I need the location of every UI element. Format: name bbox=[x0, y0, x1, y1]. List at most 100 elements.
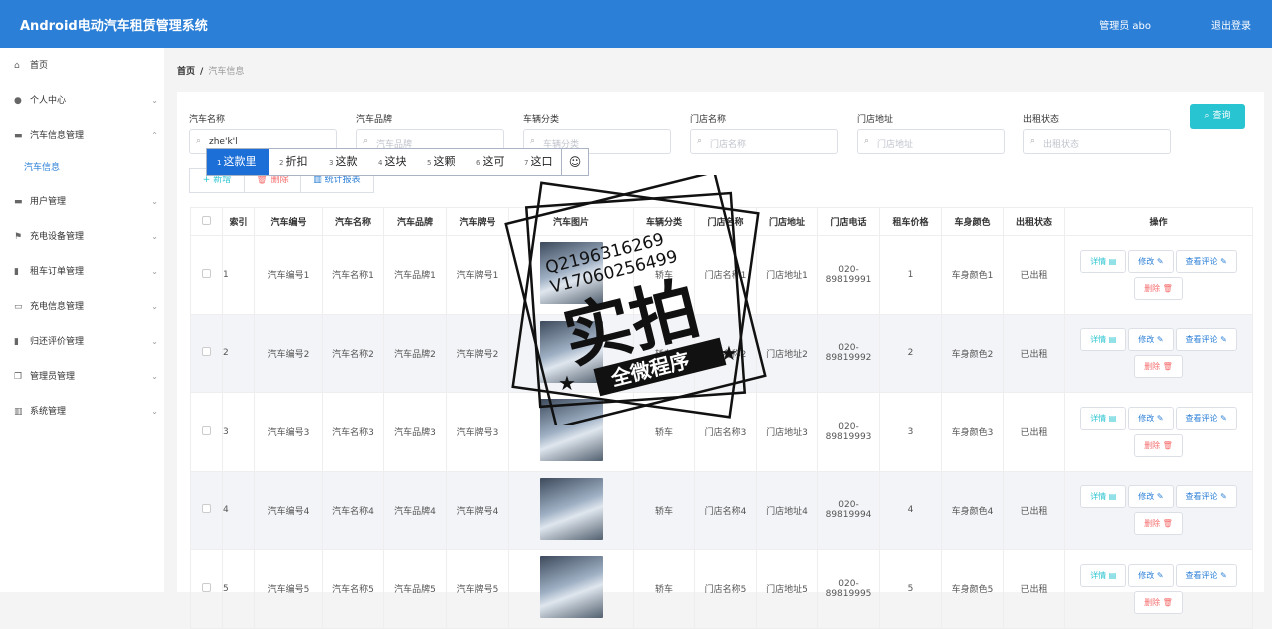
ime-candidate-number: 6 bbox=[476, 159, 481, 167]
row-checkbox-cell[interactable] bbox=[190, 313, 223, 393]
select-all-checkbox[interactable] bbox=[202, 215, 211, 225]
ime-candidate[interactable]: 4 这块 bbox=[368, 149, 417, 175]
ime-candidate[interactable]: 3 这款 bbox=[319, 149, 368, 175]
sidebar-item-1[interactable]: ● 个人中心 ⌄ bbox=[0, 89, 164, 113]
sidebar-item-3[interactable]: 汽车信息 bbox=[0, 156, 164, 180]
detail-button[interactable]: 详情 ▤ bbox=[1080, 406, 1127, 430]
table-row: 1 汽车编号1 汽车名称1 汽车品牌1 汽车牌号1 轿车 门店名称1 门店地址1 020-898… bbox=[190, 235, 1253, 315]
view-review-button[interactable]: 查看评论 ✎ bbox=[1175, 249, 1237, 273]
charge-icon: ▭ bbox=[14, 302, 23, 312]
row-actions: 详情 ▤ 修改 ✎ 查看评论 ✎ 删除 🗑 bbox=[1064, 470, 1253, 550]
detail-button[interactable]: 详情 ▤ bbox=[1080, 485, 1127, 509]
filter-input[interactable]: ⌕ 门店地址 bbox=[857, 129, 1005, 154]
delete-button[interactable]: 删除 🗑 bbox=[1134, 433, 1183, 457]
cell-brand: 汽车品牌1 bbox=[383, 235, 447, 315]
row-checkbox-cell[interactable] bbox=[190, 470, 223, 550]
view-review-button[interactable]: 查看评论 ✎ bbox=[1175, 485, 1237, 509]
row-checkbox[interactable] bbox=[202, 425, 211, 435]
car-info-icon: ▬ bbox=[14, 131, 23, 141]
ime-candidate-text: 折扣 bbox=[285, 155, 308, 168]
sidebar-item-9[interactable]: ❐ 管理员管理 ⌄ bbox=[0, 365, 164, 389]
cell-plate: 汽车牌号3 bbox=[446, 392, 509, 472]
delete-button[interactable]: 删除 🗑 bbox=[1134, 355, 1183, 379]
sidebar-item-0[interactable]: ⌂ 首页 bbox=[0, 54, 164, 78]
cell-name: 汽车名称4 bbox=[322, 470, 384, 550]
edit-button[interactable]: 修改 ✎ bbox=[1128, 485, 1174, 509]
batch-delete-label: 删除 bbox=[270, 175, 289, 185]
delete-button[interactable]: 删除 🗑 bbox=[1134, 276, 1183, 300]
cell-status: 已出租 bbox=[1003, 313, 1065, 393]
detail-button[interactable]: 详情 ▤ bbox=[1080, 563, 1127, 587]
logout-link[interactable]: 退出登录 bbox=[1211, 17, 1251, 32]
filter-placeholder: 门店名称 bbox=[710, 140, 747, 150]
ime-candidate-text: 这颗 bbox=[433, 155, 456, 168]
filter-input[interactable]: ⌕ 门店名称 bbox=[690, 129, 838, 154]
delete-button[interactable]: 删除 🗑 bbox=[1134, 512, 1183, 536]
edit-button[interactable]: 修改 ✎ bbox=[1128, 563, 1174, 587]
view-review-button[interactable]: 查看评论 ✎ bbox=[1175, 563, 1237, 587]
cell-idx: 3 bbox=[222, 392, 255, 472]
detail-button[interactable]: 详情 ▤ bbox=[1080, 249, 1127, 273]
sidebar-item-2[interactable]: ▬ 汽车信息管理 ⌃ bbox=[0, 124, 164, 148]
car-image bbox=[539, 556, 603, 619]
cell-brand: 汽车品牌2 bbox=[383, 313, 447, 393]
breadcrumb-home[interactable]: 首页 bbox=[177, 67, 195, 77]
emoji-icon[interactable]: ☺ bbox=[561, 149, 588, 175]
ime-candidate[interactable]: 5 这颗 bbox=[417, 149, 466, 175]
cell-status: 已出租 bbox=[1003, 392, 1065, 472]
sidebar-item-6[interactable]: ▮ 租车订单管理 ⌄ bbox=[0, 260, 164, 284]
row-checkbox[interactable] bbox=[202, 504, 211, 514]
bar-chart-icon: ▥ bbox=[313, 175, 325, 185]
row-actions: 详情 ▤ 修改 ✎ 查看评论 ✎ 删除 🗑 bbox=[1064, 392, 1253, 472]
view-review-button[interactable]: 查看评论 ✎ bbox=[1175, 328, 1237, 352]
detail-button[interactable]: 详情 ▤ bbox=[1080, 328, 1127, 352]
review-icon: ▮ bbox=[14, 337, 19, 347]
edit-button[interactable]: 修改 ✎ bbox=[1128, 249, 1174, 273]
cell-store: 门店名称5 bbox=[694, 549, 757, 629]
cell-brand: 汽车品牌4 bbox=[383, 470, 447, 550]
select-all-checkbox-cell[interactable] bbox=[190, 207, 223, 236]
ime-candidate-number: 7 bbox=[524, 159, 529, 167]
breadcrumb: 首页 / 汽车信息 bbox=[177, 64, 244, 77]
cell-idx: 1 bbox=[222, 235, 255, 315]
chevron-icon: ⌄ bbox=[151, 372, 158, 381]
cell-phone: 020-89819991 bbox=[817, 235, 880, 315]
row-checkbox-cell[interactable] bbox=[190, 235, 223, 315]
row-checkbox[interactable] bbox=[202, 582, 211, 592]
ime-candidate-number: 3 bbox=[329, 159, 334, 167]
column-header: 车身颜色 bbox=[941, 207, 1004, 236]
sidebar-item-5[interactable]: ⚑ 充电设备管理 ⌄ bbox=[0, 225, 164, 249]
query-button[interactable]: ⌕ 查询 bbox=[1190, 104, 1245, 129]
column-header: 汽车编号 bbox=[254, 207, 323, 236]
row-checkbox-cell[interactable] bbox=[190, 392, 223, 472]
car-image-cell bbox=[508, 235, 634, 315]
ime-candidate[interactable]: 7 这口 bbox=[514, 149, 562, 175]
row-checkbox-cell[interactable] bbox=[190, 549, 223, 629]
cell-color: 车身颜色5 bbox=[941, 549, 1004, 629]
row-checkbox[interactable] bbox=[202, 268, 211, 278]
row-checkbox[interactable] bbox=[202, 347, 211, 357]
sidebar-item-10[interactable]: ▥ 系统管理 ⌄ bbox=[0, 400, 164, 424]
breadcrumb-separator: / bbox=[200, 67, 204, 77]
edit-button[interactable]: 修改 ✎ bbox=[1128, 406, 1174, 430]
system-icon: ▥ bbox=[14, 407, 23, 417]
ime-candidate[interactable]: 6 这可 bbox=[466, 149, 514, 175]
sidebar-item-7[interactable]: ▭ 充电信息管理 ⌄ bbox=[0, 295, 164, 319]
view-review-button[interactable]: 查看评论 ✎ bbox=[1175, 406, 1237, 430]
car-image-cell bbox=[508, 549, 634, 629]
ime-candidate[interactable]: 1 这款里 bbox=[207, 149, 269, 175]
cell-no: 汽车编号1 bbox=[254, 235, 323, 315]
query-label: 查询 bbox=[1212, 111, 1231, 121]
edit-button[interactable]: 修改 ✎ bbox=[1128, 328, 1174, 352]
sidebar-item-4[interactable]: ▬ 用户管理 ⌄ bbox=[0, 190, 164, 214]
filter-value: zhe'k'l bbox=[209, 137, 238, 147]
row-actions: 详情 ▤ 修改 ✎ 查看评论 ✎ 删除 🗑 bbox=[1064, 235, 1253, 315]
filter-input[interactable]: ⌕ 出租状态 bbox=[1023, 129, 1171, 154]
table-header-row: 索引 汽车编号 汽车名称 汽车品牌 汽车牌号 汽车图片 车辆分类 门店名称 门店地址 门店电话 租车… bbox=[190, 207, 1253, 236]
sidebar-item-8[interactable]: ▮ 归还评价管理 ⌄ bbox=[0, 330, 164, 354]
cell-plate: 汽车牌号5 bbox=[446, 549, 509, 629]
ime-candidate[interactable]: 2 折扣 bbox=[269, 149, 319, 175]
delete-button[interactable]: 删除 🗑 bbox=[1134, 590, 1183, 614]
table-row: 4 汽车编号4 汽车名称4 汽车品牌4 汽车牌号4 轿车 门店名称4 门店地址4 020-898… bbox=[190, 470, 1253, 550]
ime-candidate-bar: ☺ 1 这款里 2 折扣 3 这款 4 这块 5 这颗 6 这可 7 这口 bbox=[206, 148, 589, 176]
